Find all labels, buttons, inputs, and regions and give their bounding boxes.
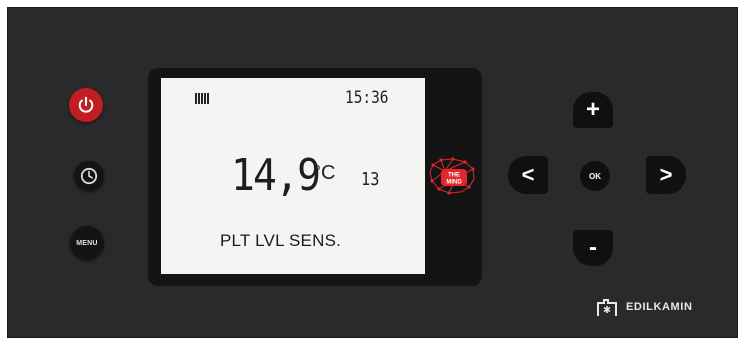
increase-button[interactable]: + [573,92,613,128]
the-mind-logo: THE MIND [429,157,475,195]
power-button[interactable] [69,88,103,122]
menu-button[interactable]: MENU [70,226,104,260]
signal-bars-icon [195,93,211,104]
ok-button[interactable]: OK [580,161,610,191]
lcd-message: PLT LVL SENS. [220,231,342,250]
menu-button-label: MENU [76,239,98,247]
lcd-unit: °C [313,162,336,184]
lcd-time: 15:36 [345,88,389,108]
decrease-button[interactable]: - [573,230,613,266]
power-icon [78,96,94,113]
edilkamin-logo-icon [597,299,617,316]
left-button[interactable]: < [508,156,548,194]
lcd-aux-value: 13 [361,169,380,190]
clock-button[interactable] [74,161,104,191]
the-mind-line1: THE [448,173,460,179]
edilkamin-brand: EDILKAMIN [596,297,693,317]
clock-icon [80,167,98,185]
lcd-temperature: 14,9 [231,150,321,201]
lcd-display: 15:36 14,9 °C 13 PLT LVL SENS. [161,78,425,274]
right-button[interactable]: > [646,156,686,194]
brand-name: EDILKAMIN [626,301,693,313]
the-mind-line2: MIND [446,180,462,186]
